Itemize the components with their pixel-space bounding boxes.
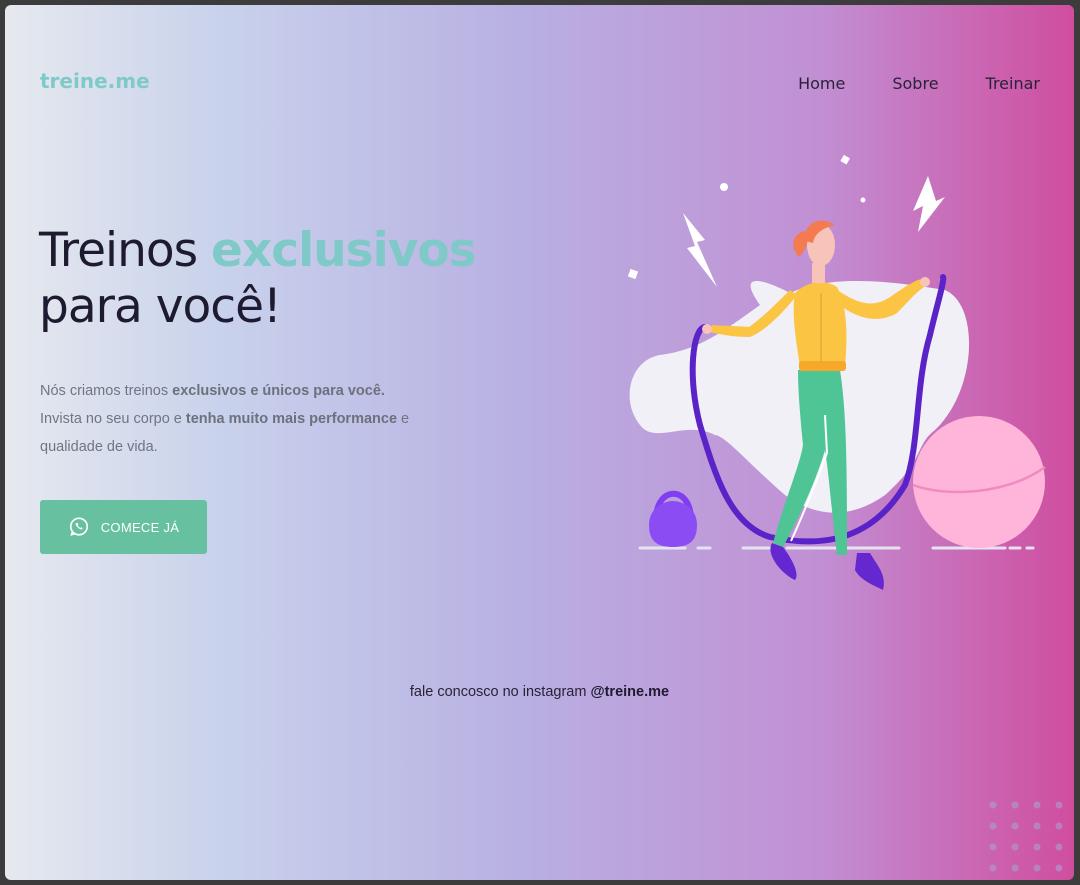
exercise-ball — [912, 416, 1046, 548]
sparkles — [627, 154, 945, 287]
nav-home[interactable]: Home — [798, 74, 845, 93]
desc-line1-plain: Nós criamos treinos — [40, 383, 173, 399]
instagram-handle-link[interactable]: @treine.me — [590, 684, 669, 700]
desc-line1-bold: exclusivos e únicos para você. — [172, 383, 385, 399]
hero-headline: Treinos exclusivos para você! — [39, 223, 477, 335]
right-shoe — [855, 553, 884, 590]
desc-line2-bold: tenha muito mais performance — [185, 411, 398, 427]
headline-part1: Treinos — [39, 223, 212, 278]
head — [793, 220, 835, 283]
nav-treinar[interactable]: Treinar — [986, 74, 1040, 93]
comece-ja-button[interactable]: COMECE JÁ — [40, 500, 207, 554]
desc-line3: qualidade de vida. — [40, 439, 158, 455]
nav-sobre[interactable]: Sobre — [892, 74, 938, 93]
page: treine.me Home Sobre Treinar Treinos exc… — [5, 5, 1074, 880]
instagram-cta: fale concosco no instagram @treine.me — [5, 684, 1074, 700]
headline-part2: para você! — [39, 279, 282, 334]
whatsapp-icon — [69, 517, 88, 536]
comece-ja-label: COMECE JÁ — [100, 519, 180, 535]
logo[interactable]: treine.me — [40, 69, 150, 93]
left-hand — [702, 324, 712, 334]
jump-rope-illustration — [627, 154, 1046, 590]
hero-description: Nós criamos treinos exclusivos e únicos … — [40, 377, 460, 461]
instagram-text: fale concosco no instagram — [409, 683, 591, 700]
desc-line2-tail: e — [397, 411, 410, 427]
headline-accent: exclusivos — [211, 223, 477, 278]
main-nav: Home Sobre Treinar — [751, 74, 1040, 93]
desc-line2-plain: Invista no seu corpo e — [40, 411, 186, 427]
kettlebell — [649, 490, 697, 547]
right-hand — [920, 277, 930, 287]
decorative-dot-grid — [989, 801, 1063, 872]
